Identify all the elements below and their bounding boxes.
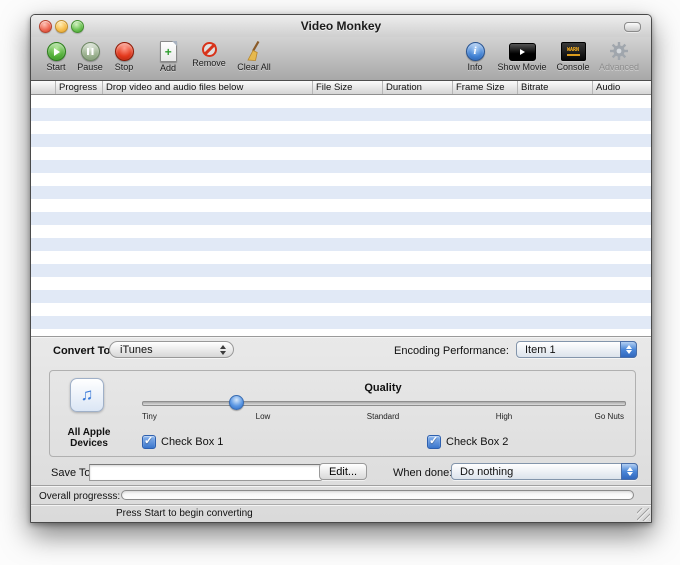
status-text: Press Start to begin converting <box>116 508 253 519</box>
checkbox-1[interactable] <box>142 434 156 449</box>
remove-prohibition-icon <box>201 42 217 57</box>
encoding-performance-value: Item 1 <box>525 343 556 356</box>
when-done-popup[interactable]: Do nothing <box>451 463 638 480</box>
window-title: Video Monkey <box>300 19 382 33</box>
stop-label: Stop <box>114 62 134 72</box>
encoding-performance-label: Encoding Performance: <box>394 345 509 357</box>
quality-slider-track[interactable] <box>142 401 626 406</box>
clear-all-label: Clear All <box>237 62 271 72</box>
start-label: Start <box>46 62 66 72</box>
updown-arrows-icon <box>220 345 226 355</box>
music-note-icon: ♫ <box>80 385 94 404</box>
column-header-audio[interactable]: Audio <box>593 81 651 94</box>
when-done-value: Do nothing <box>460 465 514 478</box>
console-button[interactable]: WARN Console <box>551 40 595 80</box>
play-icon <box>46 42 66 61</box>
convert-to-value: iTunes <box>120 343 153 356</box>
when-done-label: When done: <box>393 467 453 479</box>
encoding-performance-popup[interactable]: Item 1 <box>516 341 637 358</box>
checkbox-2-label: Check Box 2 <box>446 436 509 448</box>
column-header-duration[interactable]: Duration <box>383 81 453 94</box>
app-window: Video Monkey Start Pause Stop + Add Remo… <box>30 14 652 523</box>
title-bar[interactable]: Video Monkey <box>31 15 651 37</box>
popup-arrows-icon <box>621 463 638 480</box>
show-movie-button[interactable]: Show Movie <box>493 40 551 80</box>
checkbox-1-row: Check Box 1 <box>142 434 224 449</box>
info-label: Info <box>467 62 483 72</box>
overall-progress-bar <box>121 490 634 500</box>
tick-label-high: High <box>495 412 513 421</box>
stop-button[interactable]: Stop <box>107 40 141 80</box>
broom-icon <box>247 41 260 61</box>
tick-label-tiny: Tiny <box>142 412 157 421</box>
pause-button[interactable]: Pause <box>73 40 107 80</box>
checkbox-1-label: Check Box 1 <box>161 436 224 448</box>
remove-button[interactable]: Remove <box>187 40 231 80</box>
save-to-label: Save To: <box>51 467 94 479</box>
toolbar: Start Pause Stop + Add Remove Clear All … <box>31 37 651 81</box>
save-to-input[interactable] <box>89 464 322 481</box>
tick-label-low: Low <box>255 412 271 421</box>
tick-label-standard: Standard <box>366 412 400 421</box>
movie-play-icon <box>508 43 536 61</box>
column-header-filesize[interactable]: File Size <box>313 81 383 94</box>
popup-arrows-icon <box>620 341 637 358</box>
apple-devices-icon: ♫ <box>70 378 104 412</box>
progress-row: Overall progresss: <box>31 485 651 505</box>
quality-group-box: ♫ All Apple Devices Quality Tiny Low Sta… <box>49 370 636 457</box>
convert-to-label: Convert To: <box>53 345 114 357</box>
quality-label: Quality <box>364 382 402 394</box>
add-label: Add <box>159 63 176 73</box>
quality-slider-thumb[interactable] <box>229 395 244 410</box>
tick-label-go-nuts: Go Nuts <box>594 412 624 421</box>
checkbox-2-row: Check Box 2 <box>427 434 509 449</box>
add-document-icon: + <box>159 41 177 62</box>
console-label: Console <box>556 62 590 72</box>
console-text-line-icon <box>566 53 580 56</box>
convert-to-popup[interactable]: iTunes <box>109 341 234 358</box>
remove-label: Remove <box>192 58 226 68</box>
show-movie-label: Show Movie <box>497 62 547 72</box>
info-icon: i <box>465 42 485 61</box>
column-header-framesize[interactable]: Frame Size <box>453 81 518 94</box>
column-header-blank[interactable] <box>31 81 56 94</box>
add-button[interactable]: + Add <box>149 40 187 80</box>
column-header-bitrate[interactable]: Bitrate <box>518 81 593 94</box>
toolbar-toggle-button[interactable] <box>624 22 641 32</box>
settings-panel: Convert To: iTunes Encoding Performance:… <box>31 336 651 522</box>
file-drop-list[interactable] <box>31 95 651 336</box>
clear-all-button[interactable]: Clear All <box>231 40 277 80</box>
checkbox-2[interactable] <box>427 434 441 449</box>
overall-progress-label: Overall progresss: <box>39 491 121 502</box>
resize-grip[interactable] <box>637 508 650 521</box>
start-button[interactable]: Start <box>39 40 73 80</box>
stop-icon <box>114 42 134 61</box>
advanced-label: Advanced <box>598 62 640 72</box>
console-icon: WARN <box>560 42 586 61</box>
column-header-filename[interactable]: Drop video and audio files below <box>103 81 313 94</box>
column-header-progress[interactable]: Progress <box>56 81 103 94</box>
table-header: Progress Drop video and audio files belo… <box>31 81 651 95</box>
pause-icon <box>80 42 100 61</box>
pause-label: Pause <box>77 62 103 72</box>
info-button[interactable]: i Info <box>457 40 493 80</box>
status-bar: Press Start to begin converting <box>31 504 651 522</box>
advanced-button[interactable]: Advanced <box>595 40 643 80</box>
gear-icon <box>610 42 628 60</box>
device-label: All Apple Devices <box>67 427 111 449</box>
edit-button[interactable]: Edit... <box>319 463 367 480</box>
